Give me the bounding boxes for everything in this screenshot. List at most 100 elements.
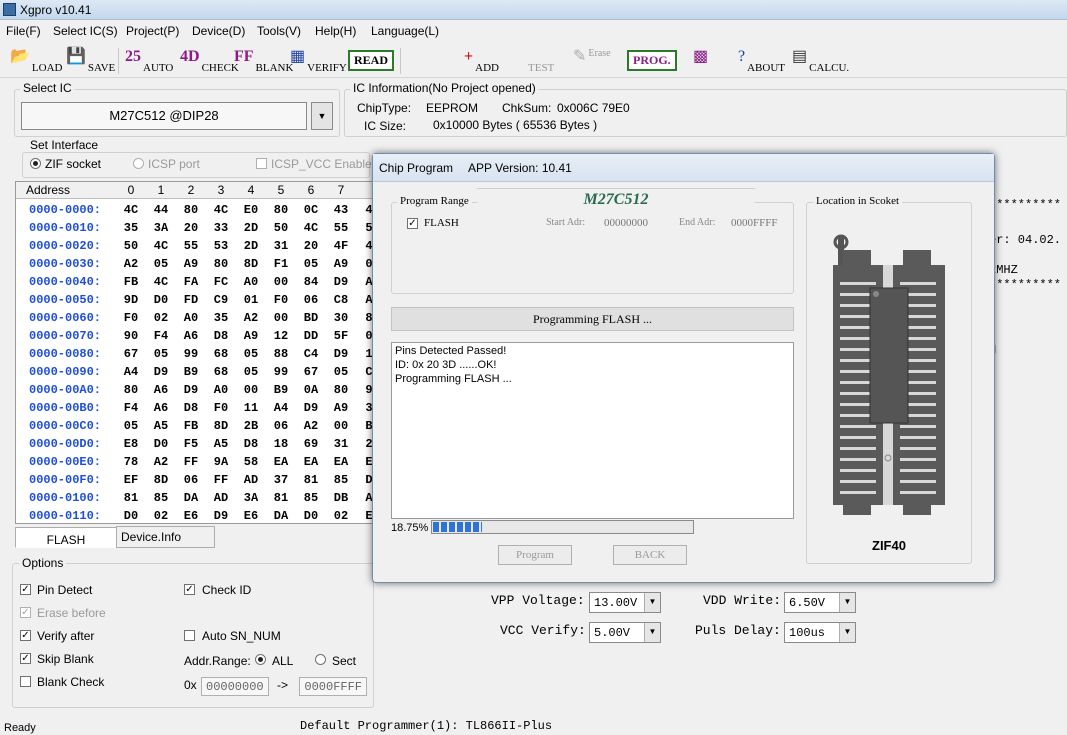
hex-byte[interactable]: 2D xyxy=(240,221,262,235)
check-id-checkbox[interactable]: ✓ xyxy=(184,584,195,595)
hex-byte[interactable]: 99 xyxy=(270,365,292,379)
hex-byte[interactable]: D9 xyxy=(300,401,322,415)
hex-byte[interactable]: 2B xyxy=(240,419,262,433)
hex-byte[interactable]: 37 xyxy=(270,473,292,487)
menu-tools[interactable]: Tools(V) xyxy=(257,24,301,38)
back-button[interactable]: BACK xyxy=(613,545,687,565)
flash-checkbox[interactable]: ✓ xyxy=(407,218,418,229)
hex-byte[interactable]: 85 xyxy=(300,491,322,505)
hex-byte[interactable]: 9D xyxy=(120,293,142,307)
icsp-vcc-checkbox[interactable] xyxy=(256,158,267,169)
hex-byte[interactable]: 02 xyxy=(150,509,172,523)
hex-byte[interactable]: 80 xyxy=(210,257,232,271)
hex-byte[interactable]: 06 xyxy=(270,419,292,433)
hex-byte[interactable]: 05 xyxy=(300,257,322,271)
hex-byte[interactable]: 90 xyxy=(120,329,142,343)
hex-byte[interactable]: DD xyxy=(300,329,322,343)
hex-byte[interactable]: 55 xyxy=(180,239,202,253)
check-button[interactable]: 4D CHECK xyxy=(180,48,239,74)
hex-byte[interactable]: 33 xyxy=(210,221,232,235)
hex-byte[interactable]: 12 xyxy=(270,329,292,343)
erase-before-checkbox[interactable]: ✓ xyxy=(20,607,31,618)
hex-byte[interactable]: A0 xyxy=(180,311,202,325)
hex-byte[interactable]: FD xyxy=(180,293,202,307)
hex-byte[interactable]: A6 xyxy=(180,329,202,343)
menu-file[interactable]: File(F) xyxy=(6,24,41,38)
hex-byte[interactable]: D9 xyxy=(150,365,172,379)
tab-flash[interactable]: FLASH xyxy=(15,527,117,548)
hex-byte[interactable]: 05 xyxy=(330,365,352,379)
hex-byte[interactable]: 80 xyxy=(180,203,202,217)
hex-byte[interactable]: 8D xyxy=(150,473,172,487)
hex-byte[interactable]: 3A xyxy=(150,221,172,235)
hex-byte[interactable]: A4 xyxy=(120,365,142,379)
hex-byte[interactable]: 68 xyxy=(210,365,232,379)
hex-byte[interactable]: 0A xyxy=(300,383,322,397)
hex-byte[interactable]: A6 xyxy=(150,383,172,397)
hex-byte[interactable]: 05 xyxy=(240,365,262,379)
hex-byte[interactable]: F0 xyxy=(270,293,292,307)
hex-byte[interactable]: 3A xyxy=(240,491,262,505)
menu-project[interactable]: Project(P) xyxy=(126,24,179,38)
hex-byte[interactable]: 05 xyxy=(120,419,142,433)
hex-byte[interactable]: 5F xyxy=(330,329,352,343)
hex-byte[interactable]: F0 xyxy=(120,311,142,325)
hex-byte[interactable]: DB xyxy=(330,491,352,505)
hex-byte[interactable]: EF xyxy=(120,473,142,487)
save-button[interactable]: 💾 SAVE xyxy=(66,48,115,74)
menu-select-ic[interactable]: Select IC(S) xyxy=(53,24,118,38)
hex-byte[interactable]: FB xyxy=(180,419,202,433)
hex-byte[interactable]: EA xyxy=(300,455,322,469)
tab-device-info[interactable]: Device.Info xyxy=(116,526,215,548)
zif-radio[interactable] xyxy=(30,158,41,169)
hex-byte[interactable]: A2 xyxy=(240,311,262,325)
hex-byte[interactable]: 44 xyxy=(150,203,172,217)
hex-byte[interactable]: D9 xyxy=(210,509,232,523)
menu-device[interactable]: Device(D) xyxy=(192,24,245,38)
hex-byte[interactable]: 4F xyxy=(330,239,352,253)
hex-byte[interactable]: E8 xyxy=(120,437,142,451)
hex-byte[interactable]: A2 xyxy=(300,419,322,433)
hex-byte[interactable]: A2 xyxy=(120,257,142,271)
hex-byte[interactable]: EA xyxy=(330,455,352,469)
hex-byte[interactable]: A4 xyxy=(270,401,292,415)
hex-byte[interactable]: 81 xyxy=(300,473,322,487)
hex-byte[interactable]: 99 xyxy=(180,347,202,361)
hex-byte[interactable]: 00 xyxy=(330,419,352,433)
hex-byte[interactable]: 84 xyxy=(300,275,322,289)
hex-byte[interactable]: 69 xyxy=(300,437,322,451)
hex-byte[interactable]: A9 xyxy=(180,257,202,271)
hex-byte[interactable]: AD xyxy=(210,491,232,505)
range-end-field[interactable]: 0000FFFF xyxy=(299,677,367,696)
icsp-radio[interactable] xyxy=(133,158,144,169)
blank-check-checkbox[interactable] xyxy=(20,676,31,687)
hex-byte[interactable]: 4C xyxy=(300,221,322,235)
hex-byte[interactable]: A0 xyxy=(210,383,232,397)
hex-byte[interactable]: B9 xyxy=(270,383,292,397)
hex-byte[interactable]: 67 xyxy=(300,365,322,379)
hex-byte[interactable]: F4 xyxy=(150,329,172,343)
hex-byte[interactable]: 0C xyxy=(300,203,322,217)
hex-byte[interactable]: 20 xyxy=(180,221,202,235)
hex-byte[interactable]: FB xyxy=(120,275,142,289)
hex-byte[interactable]: C4 xyxy=(300,347,322,361)
hex-byte[interactable]: 4C xyxy=(120,203,142,217)
read-button[interactable]: READ xyxy=(348,50,395,71)
hex-byte[interactable]: F5 xyxy=(180,437,202,451)
hex-byte[interactable]: 67 xyxy=(120,347,142,361)
auto-sn-checkbox[interactable] xyxy=(184,630,195,641)
verify-button[interactable]: ▦ VERIFY xyxy=(290,48,347,74)
hex-byte[interactable]: 05 xyxy=(150,347,172,361)
hex-byte[interactable]: 9A xyxy=(210,455,232,469)
hex-byte[interactable]: FA xyxy=(180,275,202,289)
hex-byte[interactable]: 80 xyxy=(270,203,292,217)
hex-byte[interactable]: D8 xyxy=(180,401,202,415)
hex-byte[interactable]: D0 xyxy=(150,293,172,307)
hex-byte[interactable]: 50 xyxy=(270,221,292,235)
hex-byte[interactable]: 00 xyxy=(270,311,292,325)
hex-byte[interactable]: D9 xyxy=(330,275,352,289)
hex-byte[interactable]: 55 xyxy=(330,221,352,235)
hex-byte[interactable]: 4C xyxy=(210,203,232,217)
hex-byte[interactable]: D9 xyxy=(330,347,352,361)
hex-byte[interactable]: 81 xyxy=(270,491,292,505)
